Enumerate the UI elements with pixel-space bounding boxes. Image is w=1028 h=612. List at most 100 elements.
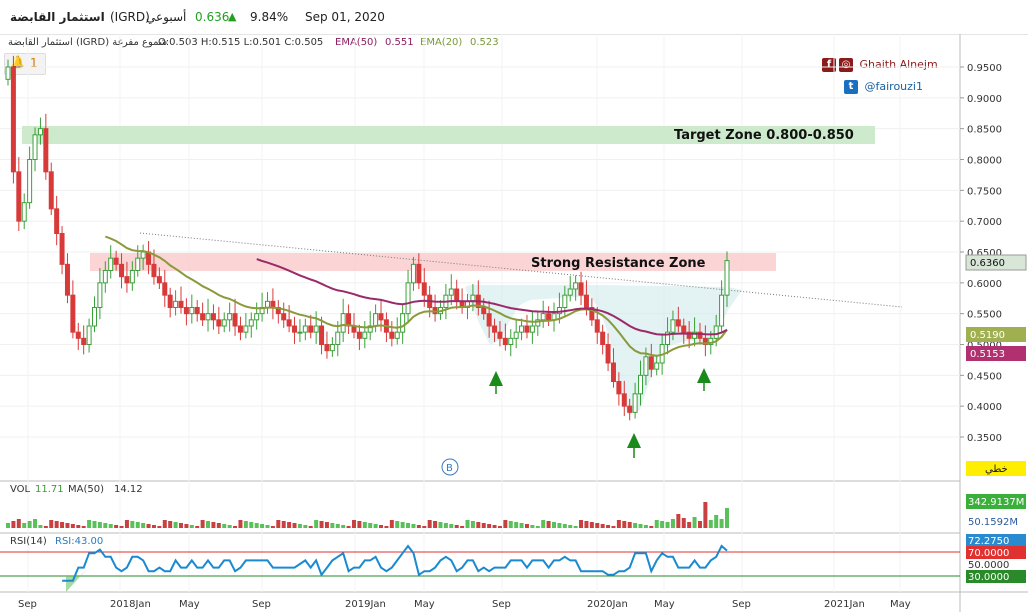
candle-body: [573, 282, 579, 290]
candle-body: [189, 307, 195, 315]
volume-bar: [303, 525, 308, 528]
x-tick-label: Sep: [18, 599, 37, 610]
volume-bar: [487, 524, 492, 528]
chart-canvas[interactable]: Target Zone 0.800-0.850 Strong Resistanc…: [0, 0, 1028, 612]
volume-bar: [70, 524, 75, 528]
candle-body: [643, 356, 649, 376]
candle-body: [135, 257, 141, 271]
volume-bar: [287, 522, 292, 528]
candle-body: [324, 344, 330, 352]
volume-bar: [233, 526, 238, 528]
volume-bar: [108, 524, 113, 528]
volume-bar: [438, 522, 443, 528]
candle-body: [578, 282, 584, 296]
x-tick-label: Sep: [492, 599, 511, 610]
candle-body: [5, 66, 11, 80]
vol-ma-label: MA(50): [68, 484, 104, 495]
candle-body: [448, 288, 454, 296]
rsi-70-tag: 70.0000: [966, 546, 1026, 559]
candle-body: [621, 393, 627, 407]
candle-body: [492, 325, 498, 333]
volume-bar: [151, 525, 156, 528]
candle-body: [167, 294, 173, 308]
volume-bar: [568, 525, 573, 528]
volume-bar: [676, 514, 681, 528]
volume-bar: [622, 521, 627, 528]
vol-label: VOL: [10, 484, 31, 495]
b-marker-label: B: [446, 463, 453, 474]
volume-bar: [189, 525, 194, 528]
candle-body: [519, 325, 525, 333]
volume-bar: [16, 519, 21, 528]
volume-bar: [633, 523, 638, 528]
svg-text:70.0000: 70.0000: [968, 548, 1009, 559]
volume-bar: [552, 522, 557, 528]
x-axis[interactable]: Sep 2018Jan May Sep 2019Jan May Sep 2020Jan May S…: [18, 599, 911, 610]
candle-body: [43, 128, 49, 173]
volume-bar: [660, 521, 665, 528]
candle-body: [210, 313, 216, 321]
candle-body: [648, 356, 654, 370]
candle-body: [178, 300, 184, 309]
candle-body: [124, 276, 130, 284]
candle-body: [32, 134, 38, 160]
candle-body: [232, 313, 238, 327]
volume-bar: [157, 526, 162, 528]
volume-bar: [579, 520, 584, 528]
volume-bar: [470, 521, 475, 528]
candle-body: [594, 319, 600, 333]
volume-bar: [238, 520, 243, 528]
candle-body: [237, 325, 243, 333]
volume-bar: [308, 526, 313, 528]
volume-bar: [719, 519, 724, 528]
volume-bar: [243, 521, 248, 528]
candle-body: [373, 313, 379, 327]
volume-bar: [654, 520, 659, 528]
volume-bar: [260, 524, 265, 528]
svg-text:0.5190: 0.5190: [970, 330, 1005, 341]
volume-bar: [351, 520, 356, 528]
candle-body: [162, 282, 168, 296]
candle-body: [329, 344, 335, 352]
candle-body: [86, 325, 92, 345]
volume-bar: [200, 520, 205, 528]
pattern-shade: [465, 285, 742, 415]
volume-bar: [319, 521, 324, 528]
candle-body: [481, 307, 487, 315]
x-tick-label: 2020Jan: [587, 599, 628, 610]
svg-text:خطي: خطي: [985, 464, 1008, 475]
x-tick-label: Sep: [252, 599, 271, 610]
candle-body: [297, 331, 303, 334]
volume-bar: [141, 523, 146, 528]
volume-bar: [330, 523, 335, 528]
volume-bar: [168, 521, 173, 528]
line-type-button[interactable]: خطي: [966, 461, 1026, 476]
volume-bar: [606, 525, 611, 528]
candle-body: [102, 270, 108, 284]
target-zone-label: Target Zone 0.800-0.850: [674, 128, 854, 143]
volume-bar: [6, 523, 10, 528]
candle-body: [227, 313, 233, 321]
volume-bar: [514, 522, 519, 528]
arrow-left-shoulder: [489, 371, 503, 394]
volume-bar: [379, 525, 384, 528]
candle-body: [54, 208, 60, 234]
svg-text:50.0000: 50.0000: [968, 560, 1009, 571]
volume-bar: [600, 524, 605, 528]
x-tick-label: Sep: [732, 599, 751, 610]
volume-bar: [211, 522, 216, 528]
volume-bar: [649, 526, 654, 528]
candle-body: [140, 251, 146, 259]
y-axis[interactable]: 0.95000.90000.85000.80000.75000.70000.65…: [960, 63, 1002, 444]
ema20-tag: 0.5190: [966, 327, 1026, 342]
volume-bar: [146, 524, 151, 528]
candle-body: [497, 331, 503, 339]
candle-body: [264, 300, 270, 309]
candle-body: [302, 325, 308, 333]
candle-body: [670, 319, 676, 333]
volume-bar: [276, 520, 281, 528]
candle-body: [583, 294, 589, 308]
candle-body: [605, 344, 611, 364]
candle-body: [546, 313, 552, 321]
volume-bar: [22, 523, 27, 528]
